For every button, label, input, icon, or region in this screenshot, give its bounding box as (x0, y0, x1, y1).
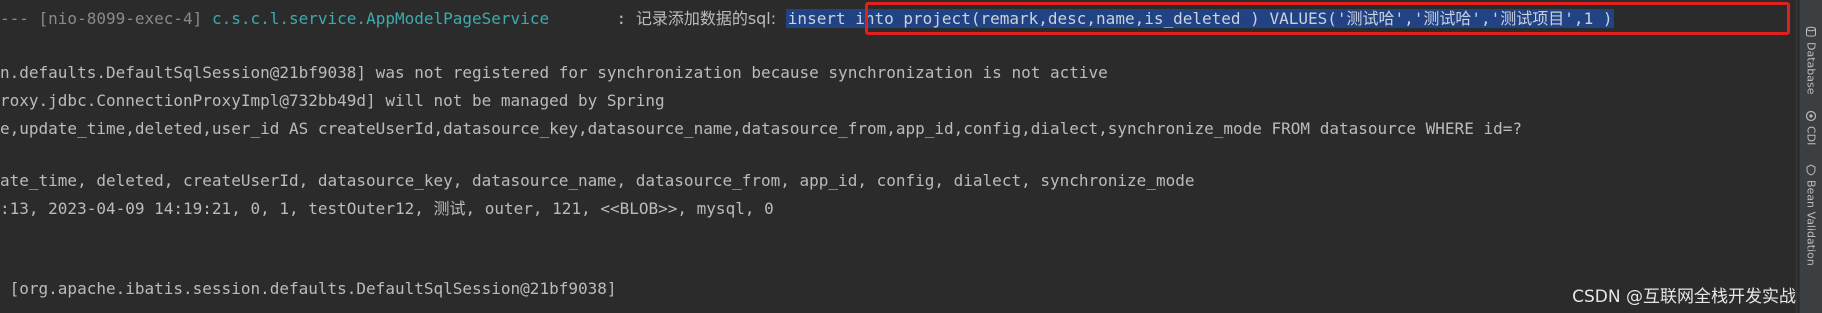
database-icon (1806, 26, 1816, 37)
logger-name: c.s.c.l.service.AppModelPageService (211, 9, 550, 28)
console-output[interactable]: --- [nio-8099-exec-4] c.s.c.l.service.Ap… (0, 0, 1800, 313)
message-prefix: 记录添加数据的sql: (635, 9, 777, 28)
sidebar-tab-label: CDI (1804, 126, 1818, 146)
right-tool-sidebar: Database CDI Bean Validation (1799, 0, 1822, 313)
sidebar-tab-database[interactable]: Database (1802, 26, 1820, 95)
thread-name: --- [nio-8099-exec-4] (0, 9, 203, 28)
log-line-1[interactable]: --- [nio-8099-exec-4] c.s.c.l.service.Ap… (0, 9, 1615, 29)
sidebar-tab-cdi[interactable]: CDI (1802, 110, 1820, 145)
panel-divider (1796, 0, 1797, 313)
log-line-6[interactable]: :13, 2023-04-09 14:19:21, 0, 1, testOute… (0, 199, 774, 219)
separator: : (616, 9, 627, 28)
cdi-icon (1805, 110, 1817, 122)
sidebar-tab-label: Database (1804, 42, 1818, 95)
log-line-5[interactable]: ate_time, deleted, createUserId, datasou… (0, 171, 1194, 191)
sidebar-tab-bean-validation[interactable]: Bean Validation (1802, 164, 1820, 266)
bean-validation-icon (1806, 164, 1816, 176)
log-line-4[interactable]: e,update_time,deleted,user_id AS createU… (0, 119, 1522, 139)
log-line-2[interactable]: n.defaults.DefaultSqlSession@21bf9038] w… (0, 63, 1108, 83)
log-line-3[interactable]: roxy.jdbc.ConnectionProxyImpl@732bb49d] … (0, 91, 665, 111)
selected-sql-text[interactable]: insert into project(remark,desc,name,is_… (785, 9, 1615, 28)
sidebar-tab-label: Bean Validation (1804, 180, 1818, 266)
log-line-7[interactable]: [org.apache.ibatis.session.defaults.Defa… (0, 279, 617, 299)
watermark: CSDN @互联网全栈开发实战 (1572, 287, 1796, 307)
